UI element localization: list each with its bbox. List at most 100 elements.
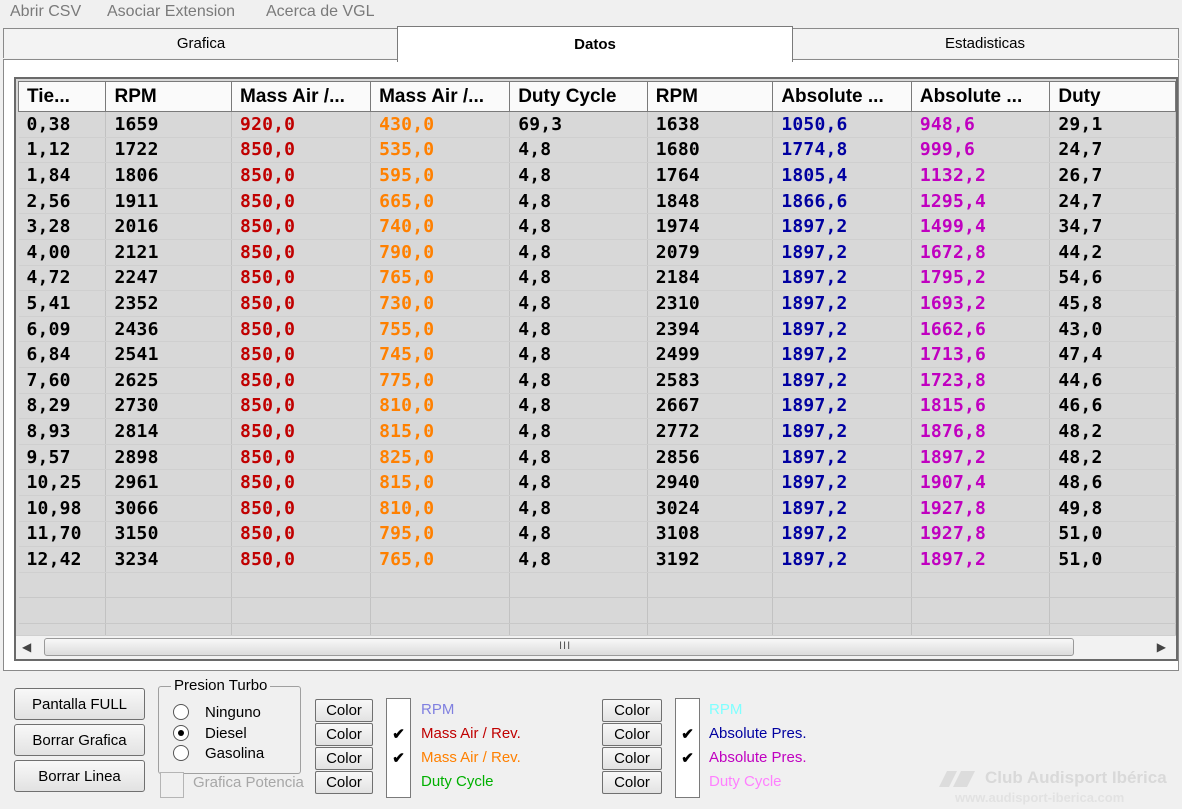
table-cell: 10,25 — [18, 469, 107, 496]
column-header[interactable]: Tie... — [17, 81, 107, 112]
menu-acerca-de-vgl[interactable]: Acerca de VGL — [266, 3, 375, 21]
table-row[interactable]: 1,12 1722 850,0 535,0 4,8 1680 1774,8 999,6 24,7 — [18, 137, 1176, 164]
watermark: Club Audisport Ibérica www.audisport-ibe… — [935, 768, 1182, 808]
table-row[interactable]: 8,93 2814 850,0 815,0 4,8 2772 1897,2 1876,8 48,… — [18, 418, 1176, 445]
empty-cell — [509, 597, 648, 624]
color-button-right-4[interactable]: Color — [602, 771, 662, 794]
series-left-3-checkbox[interactable]: ✔ — [387, 747, 410, 769]
table-cell: 1897,2 — [772, 469, 912, 496]
table-row[interactable]: 6,09 2436 850,0 755,0 4,8 2394 1897,2 1662,6 43,… — [18, 316, 1176, 343]
scroll-right-arrow-icon[interactable]: ▶ — [1157, 640, 1166, 654]
table-cell: 1638 — [647, 111, 774, 138]
table-cell: 1693,2 — [911, 290, 1051, 317]
color-button-right-2[interactable]: Color — [602, 723, 662, 746]
series-right-3-checkbox[interactable]: ✔ — [676, 747, 699, 769]
color-button-right-3[interactable]: Color — [602, 747, 662, 770]
menu-asociar-extension[interactable]: Asociar Extension — [107, 3, 235, 21]
series-right-2-checkbox[interactable]: ✔ — [676, 723, 699, 745]
table-row[interactable]: 0,38 1659 920,0 430,0 69,3 1638 1050,6 948,6 29,… — [18, 111, 1176, 138]
column-header[interactable]: Absolute ... — [772, 81, 912, 112]
radio-ninguno-icon[interactable] — [173, 704, 189, 720]
series-right-1-label: RPM — [709, 701, 743, 718]
table-cell: 4,8 — [509, 265, 648, 292]
table-row[interactable]: 10,25 2961 850,0 815,0 4,8 2940 1897,2 1907,4 48… — [18, 469, 1176, 496]
column-header[interactable]: Duty — [1049, 81, 1176, 112]
empty-cell — [18, 623, 107, 635]
table-row[interactable]: 6,84 2541 850,0 745,0 4,8 2499 1897,2 1713,6 47,… — [18, 341, 1176, 368]
table-cell: 850,0 — [231, 495, 372, 522]
table-row[interactable]: 1,84 1806 850,0 595,0 4,8 1764 1805,4 1132,2 26,… — [18, 162, 1176, 189]
radio-diesel-icon[interactable] — [173, 725, 189, 741]
scrollbar-thumb[interactable]: III — [44, 638, 1074, 656]
borrar-grafica-button[interactable]: Borrar Grafica — [14, 724, 145, 756]
table-cell: 1764 — [647, 162, 774, 189]
table-row[interactable]: 5,41 2352 850,0 730,0 4,8 2310 1897,2 1693,2 45,… — [18, 290, 1176, 317]
table-cell: 29,1 — [1049, 111, 1176, 138]
table-cell: 2247 — [105, 265, 233, 292]
column-header[interactable]: Duty Cycle — [509, 81, 648, 112]
scroll-left-arrow-icon[interactable]: ◀ — [22, 640, 31, 654]
column-header[interactable]: Mass Air /... — [231, 81, 372, 112]
table-row[interactable]: 9,57 2898 850,0 825,0 4,8 2856 1897,2 1897,2 48,… — [18, 444, 1176, 471]
menu-bar: Abrir CSV Asociar Extension Acerca de VG… — [0, 0, 1182, 26]
table-cell: 44,6 — [1049, 367, 1176, 394]
menu-abrir-csv[interactable]: Abrir CSV — [10, 3, 81, 21]
data-grid[interactable]: Tie... RPM Mass Air /... Mass Air /... Duty … — [14, 77, 1178, 661]
horizontal-scrollbar[interactable]: ◀ III ▶ — [16, 635, 1176, 659]
empty-cell — [370, 597, 511, 624]
tab-estadisticas[interactable]: Estadisticas — [791, 28, 1179, 58]
color-button-left-4[interactable]: Color — [315, 771, 373, 794]
table-cell: 1897,2 — [772, 290, 912, 317]
table-cell: 790,0 — [370, 239, 511, 266]
table-row[interactable]: 11,70 3150 850,0 795,0 4,8 3108 1897,2 1927,8 51… — [18, 521, 1176, 548]
color-button-left-1[interactable]: Color — [315, 699, 373, 722]
table-row[interactable]: 4,72 2247 850,0 765,0 4,8 2184 1897,2 1795,2 54,… — [18, 265, 1176, 292]
column-header[interactable]: Mass Air /... — [370, 81, 511, 112]
table-cell: 24,7 — [1049, 188, 1176, 215]
tab-datos[interactable]: Datos — [397, 26, 793, 62]
table-cell: 48,2 — [1049, 418, 1176, 445]
table-row[interactable]: 2,56 1911 850,0 665,0 4,8 1848 1866,6 1295,4 24,… — [18, 188, 1176, 215]
column-header[interactable]: RPM — [646, 81, 774, 112]
table-cell: 2667 — [647, 393, 774, 420]
empty-cell — [231, 597, 372, 624]
table-cell: 765,0 — [370, 546, 511, 573]
radio-gasolina[interactable]: Gasolina — [173, 743, 264, 763]
table-cell: 4,8 — [509, 444, 648, 471]
radio-diesel[interactable]: Diesel — [173, 723, 247, 743]
table-row[interactable]: 4,00 2121 850,0 790,0 4,8 2079 1897,2 1672,8 44,… — [18, 239, 1176, 266]
series-right-4-checkbox[interactable] — [676, 771, 699, 793]
table-cell: 755,0 — [370, 316, 511, 343]
radio-ninguno[interactable]: Ninguno — [173, 702, 261, 722]
radio-gasolina-icon[interactable] — [173, 745, 189, 761]
table-row[interactable]: 7,60 2625 850,0 775,0 4,8 2583 1897,2 1723,8 44,… — [18, 367, 1176, 394]
empty-cell — [911, 623, 1051, 635]
column-header[interactable]: RPM — [105, 81, 233, 112]
color-button-left-2[interactable]: Color — [315, 723, 373, 746]
column-header[interactable]: Absolute ... — [910, 81, 1051, 112]
table-row[interactable]: 8,29 2730 850,0 810,0 4,8 2667 1897,2 1815,6 46,… — [18, 393, 1176, 420]
table-cell: 4,00 — [18, 239, 107, 266]
pantalla-full-button[interactable]: Pantalla FULL — [14, 688, 145, 720]
table-cell: 740,0 — [370, 213, 511, 240]
series-left-4-checkbox[interactable] — [387, 771, 410, 793]
table-cell: 9,57 — [18, 444, 107, 471]
tab-grafica[interactable]: Grafica — [3, 28, 399, 58]
series-left-1-checkbox[interactable] — [387, 699, 410, 721]
borrar-linea-button[interactable]: Borrar Linea — [14, 760, 145, 792]
grafica-potencia-checkbox[interactable] — [160, 772, 184, 798]
table-row[interactable]: 3,28 2016 850,0 740,0 4,8 1974 1897,2 1499,4 34,… — [18, 213, 1176, 240]
color-button-left-3[interactable]: Color — [315, 747, 373, 770]
table-cell: 4,8 — [509, 290, 648, 317]
table-row[interactable]: 10,98 3066 850,0 810,0 4,8 3024 1897,2 1927,8 49… — [18, 495, 1176, 522]
table-cell: 2499 — [647, 341, 774, 368]
table-cell: 4,8 — [509, 239, 648, 266]
table-cell: 1680 — [647, 137, 774, 164]
table-cell: 2436 — [105, 316, 233, 343]
table-cell: 825,0 — [370, 444, 511, 471]
table-row[interactable]: 12,42 3234 850,0 765,0 4,8 3192 1897,2 1897,2 51… — [18, 546, 1176, 573]
color-button-right-1[interactable]: Color — [602, 699, 662, 722]
series-right-1-checkbox[interactable] — [676, 699, 699, 721]
series-left-2-checkbox[interactable]: ✔ — [387, 723, 410, 745]
presion-turbo-title: Presion Turbo — [171, 677, 271, 694]
